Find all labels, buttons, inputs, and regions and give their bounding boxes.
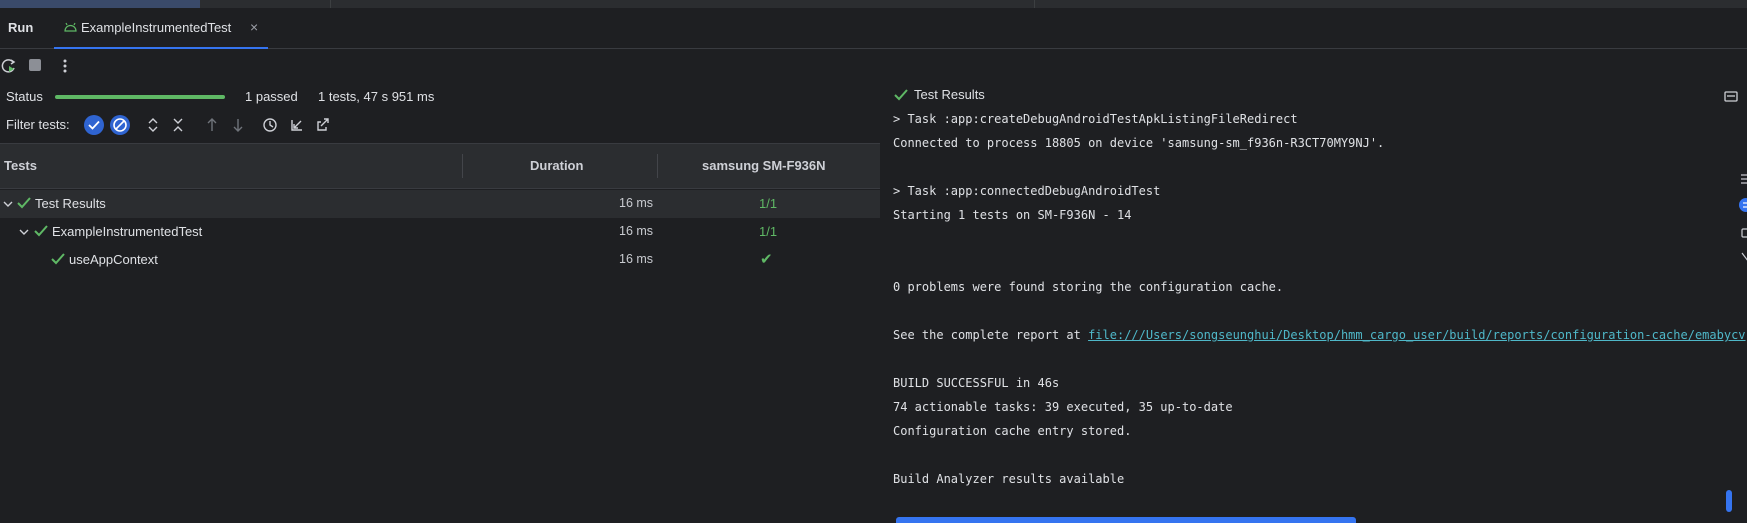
column-divider[interactable] bbox=[462, 154, 463, 178]
chevron-down-icon[interactable] bbox=[19, 228, 29, 236]
console-line: 0 problems were found storing the config… bbox=[893, 280, 1284, 294]
tab-title: ExampleInstrumentedTest bbox=[81, 20, 232, 35]
sort-by-duration-icon[interactable] bbox=[262, 116, 280, 134]
progress-fill bbox=[55, 95, 225, 99]
console-line: 74 actionable tasks: 39 executed, 35 up-… bbox=[893, 400, 1233, 414]
console-line: Configuration cache entry stored. bbox=[893, 424, 1132, 438]
console-right-toolbar bbox=[1720, 83, 1747, 523]
test-name: ExampleInstrumentedTest bbox=[52, 224, 203, 239]
console-scrollbar-thumb[interactable] bbox=[1726, 490, 1732, 512]
scroll-to-end-icon[interactable] bbox=[1737, 197, 1747, 213]
passed-check-icon bbox=[17, 197, 31, 209]
column-header-device[interactable]: samsung SM-F936N bbox=[702, 158, 826, 173]
test-row-example-instrumented-test[interactable]: ExampleInstrumentedTest 16 ms 1/1 bbox=[0, 218, 880, 246]
console-line: See the complete report at file:///Users… bbox=[893, 328, 1746, 342]
export-tests-icon[interactable] bbox=[315, 116, 331, 134]
copy-icon[interactable] bbox=[1741, 227, 1747, 239]
check-icon bbox=[88, 120, 100, 130]
show-ignored-toggle[interactable] bbox=[110, 115, 130, 135]
import-tests-icon[interactable] bbox=[289, 116, 305, 134]
run-toolbar bbox=[0, 49, 1747, 83]
filter-tests-row: Filter tests: bbox=[0, 112, 880, 138]
console-line: BUILD SUCCESSFUL in 46s bbox=[893, 376, 1060, 390]
status-label: Status bbox=[6, 89, 43, 104]
close-icon[interactable]: × bbox=[250, 19, 258, 35]
strip-active-segment bbox=[0, 0, 200, 8]
console-notification-bar[interactable] bbox=[896, 517, 1356, 523]
run-tool-window-title: Run bbox=[8, 20, 34, 35]
report-link[interactable]: file:///Users/songseunghui/Desktop/hmm_c… bbox=[1088, 328, 1745, 342]
column-divider[interactable] bbox=[657, 154, 658, 178]
rerun-icon[interactable] bbox=[1, 58, 17, 74]
test-duration: 16 ms bbox=[619, 224, 654, 238]
test-status-row: Status 1 passed 1 tests, 47 s 951 ms bbox=[0, 86, 880, 108]
more-options-icon[interactable] bbox=[62, 58, 68, 74]
test-device-result: 1/1 bbox=[759, 196, 778, 211]
column-header-duration[interactable]: Duration bbox=[530, 158, 583, 173]
stop-icon[interactable] bbox=[28, 58, 42, 72]
test-device-result: 1/1 bbox=[759, 224, 778, 239]
passed-check-icon bbox=[51, 253, 65, 265]
console-line: Connected to process 18805 on device 'sa… bbox=[893, 136, 1385, 150]
tests-table-header: Tests Duration samsung SM-F936N bbox=[0, 143, 880, 189]
filter-tests-label: Filter tests: bbox=[6, 117, 70, 132]
print-icon[interactable] bbox=[1724, 89, 1738, 103]
console-line: Build Analyzer results available bbox=[893, 472, 1125, 486]
previous-failed-icon[interactable] bbox=[205, 116, 219, 134]
soft-wrap-icon[interactable] bbox=[1740, 173, 1747, 185]
android-icon bbox=[64, 22, 77, 32]
test-name: Test Results bbox=[35, 196, 106, 211]
passed-check-icon bbox=[894, 89, 908, 101]
collapse-all-icon[interactable] bbox=[171, 116, 185, 134]
show-passed-toggle[interactable] bbox=[84, 115, 104, 135]
column-header-tests[interactable]: Tests bbox=[4, 158, 37, 173]
passed-count: 1 passed bbox=[245, 89, 298, 104]
console-line: > Task :app:connectedDebugAndroidTest bbox=[893, 184, 1161, 198]
test-row-use-app-context[interactable]: useAppContext 16 ms ✔ bbox=[0, 246, 880, 274]
tab-example-instrumented-test[interactable]: ExampleInstrumentedTest × bbox=[54, 8, 268, 49]
test-summary: 1 tests, 47 s 951 ms bbox=[318, 89, 435, 104]
console-line: Starting 1 tests on SM-F936N - 14 bbox=[893, 208, 1132, 222]
test-device-result: ✔ bbox=[760, 251, 773, 268]
test-name: useAppContext bbox=[69, 252, 158, 267]
ignored-icon bbox=[113, 118, 127, 132]
test-console-output[interactable]: Test Results > Task :app:createDebugAndr… bbox=[880, 83, 1746, 523]
test-duration: 16 ms bbox=[619, 196, 654, 210]
strip-divider bbox=[1034, 0, 1035, 8]
strip-divider bbox=[330, 0, 331, 8]
test-row-test-results[interactable]: Test Results 16 ms 1/1 bbox=[0, 190, 880, 218]
console-header-label: Test Results bbox=[914, 87, 985, 102]
run-tab-bar: Run ExampleInstrumentedTest × bbox=[0, 8, 1747, 49]
test-progress-bar bbox=[55, 95, 225, 99]
console-line: > Task :app:createDebugAndroidTestApkLis… bbox=[893, 112, 1298, 126]
top-tool-strip bbox=[0, 0, 1747, 8]
next-failed-icon[interactable] bbox=[231, 116, 245, 134]
passed-check-icon bbox=[34, 225, 48, 237]
test-duration: 16 ms bbox=[619, 252, 654, 266]
expand-all-icon[interactable] bbox=[146, 116, 160, 134]
clear-all-icon[interactable] bbox=[1741, 251, 1747, 263]
chevron-down-icon[interactable] bbox=[3, 200, 13, 208]
console-text: See the complete report at bbox=[893, 328, 1089, 342]
